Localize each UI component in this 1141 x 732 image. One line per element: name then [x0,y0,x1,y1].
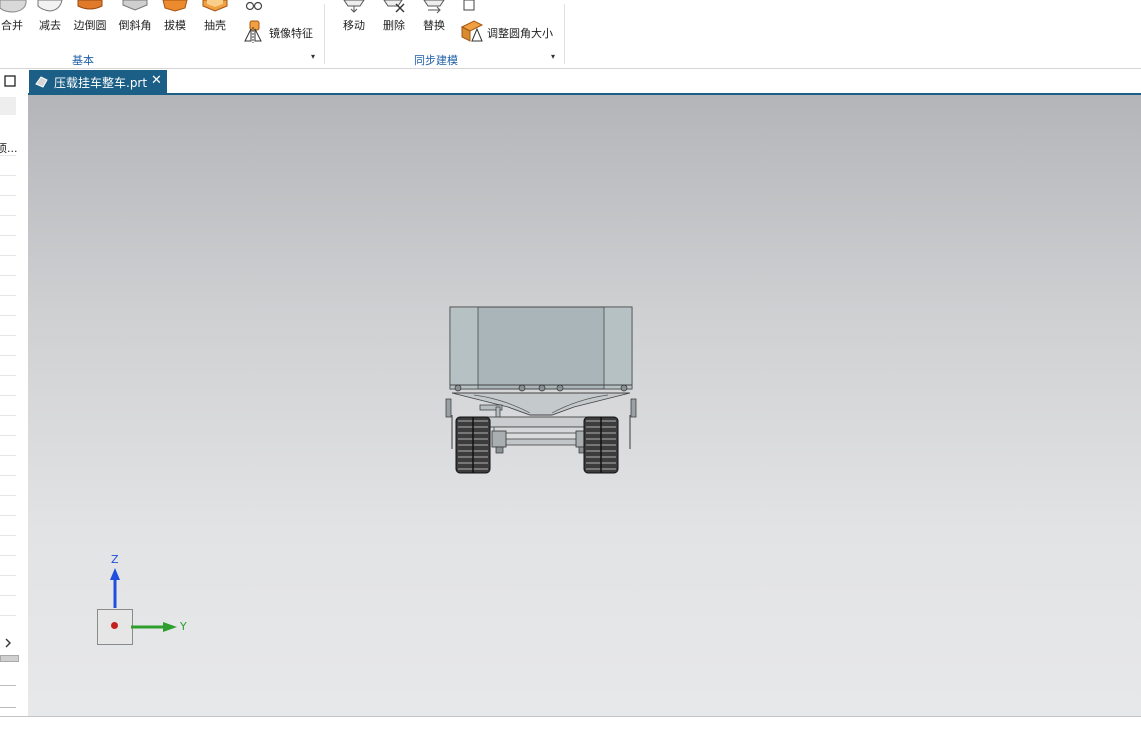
list-divider [0,315,16,316]
group-sync-expand-icon[interactable]: ▾ [551,52,555,61]
resize-blend-label: 调整圆角大小 [487,27,553,40]
list-divider [0,595,16,596]
shell-label: 抽壳 [204,19,226,32]
move-face-button[interactable]: 移动 [339,0,369,40]
list-divider [0,355,16,356]
chamfer-icon [122,0,148,11]
offset-region-icon [463,0,475,11]
list-divider [0,435,16,436]
list-divider [0,255,16,256]
subtract-label: 减去 [39,19,61,32]
horizontal-scrollbar[interactable] [0,655,19,662]
triad-origin-point [111,622,118,629]
list-divider [0,455,16,456]
offset-region-button[interactable] [460,0,520,12]
document-tab-label: 压载挂车整车.prt [54,76,148,90]
list-divider [0,295,16,296]
list-divider [0,275,16,276]
list-divider [0,575,16,576]
z-axis-arrow-icon [110,568,120,608]
group-label-basic: 基本 [72,54,94,67]
list-divider [0,235,16,236]
resize-blend-button[interactable]: 调整圆角大小 [460,19,558,43]
subtract-icon [37,0,63,12]
list-divider [0,555,16,556]
part-file-icon [35,76,48,88]
trailer-model[interactable] [444,303,638,483]
triad-y-label: Y [180,620,187,633]
group-label-sync-modeling: 同步建模 [414,54,458,67]
list-divider [0,515,16,516]
group-separator [324,4,325,64]
list-divider [0,475,16,476]
edge-blend-icon [77,0,103,10]
document-tab[interactable]: 压载挂车整车.prt ✕ [29,70,167,93]
list-divider [0,195,16,196]
close-tab-icon[interactable]: ✕ [151,73,162,88]
move-face-icon [343,0,365,13]
list-divider [0,155,16,156]
mirror-feature-icon [244,20,262,43]
delete-face-button[interactable]: 删除 [379,0,409,40]
edge-blend-label: 边倒圆 [73,19,107,32]
navigator-header [0,97,16,115]
group-separator [564,4,565,64]
chamfer-label: 倒斜角 [118,19,152,32]
list-divider [0,685,16,686]
pattern-feature-button[interactable] [242,0,312,12]
replace-face-label: 替换 [423,19,445,32]
delete-face-icon [383,0,405,13]
status-bar [0,716,1141,732]
chamfer-button[interactable]: 倒斜角 [115,0,155,40]
mirror-feature-label: 镜像特征 [269,27,313,40]
list-divider [0,395,16,396]
subtract-button[interactable]: 减去 [34,0,66,40]
maximize-icon[interactable] [4,75,16,87]
ribbon-toolbar: 合并 减去 边倒圆 倒斜角 拔模 抽壳 镜像特征 基本 ▾ 移动 删除 替换 调… [0,0,1141,69]
list-divider [0,707,16,708]
draft-icon [162,0,188,12]
combine-icon [0,0,27,13]
list-divider [0,175,16,176]
group-basic-expand-icon[interactable]: ▾ [311,52,315,61]
chevron-right-icon[interactable] [3,637,13,649]
coordinate-triad: Z Y [88,550,198,650]
list-divider [0,535,16,536]
draft-button[interactable]: 拔模 [159,0,191,40]
draft-label: 拔模 [164,19,186,32]
list-divider [0,375,16,376]
list-divider [0,215,16,216]
part-navigator-panel: 项... [0,95,29,717]
delete-face-label: 删除 [383,19,405,32]
replace-face-icon [423,0,445,14]
replace-face-button[interactable]: 替换 [419,0,449,40]
list-divider [0,615,16,616]
pattern-feature-icon [245,1,263,11]
list-divider [0,335,16,336]
move-face-label: 移动 [343,19,365,32]
shell-icon [202,0,228,12]
list-divider [0,415,16,416]
shell-button[interactable]: 抽壳 [198,0,232,40]
mirror-feature-button[interactable]: 镜像特征 [242,19,320,43]
list-divider [0,495,16,496]
resize-blend-icon [460,20,484,42]
combine-button[interactable]: 合并 [0,0,27,40]
combine-label: 合并 [1,19,23,32]
graphics-viewport[interactable]: Z Y [28,95,1141,716]
navigator-truncated-item[interactable]: 项... [0,140,18,156]
y-axis-arrow-icon [131,622,177,632]
triad-z-label: Z [111,553,119,566]
document-tab-bar [0,69,1141,94]
edge-blend-button[interactable]: 边倒圆 [70,0,110,40]
